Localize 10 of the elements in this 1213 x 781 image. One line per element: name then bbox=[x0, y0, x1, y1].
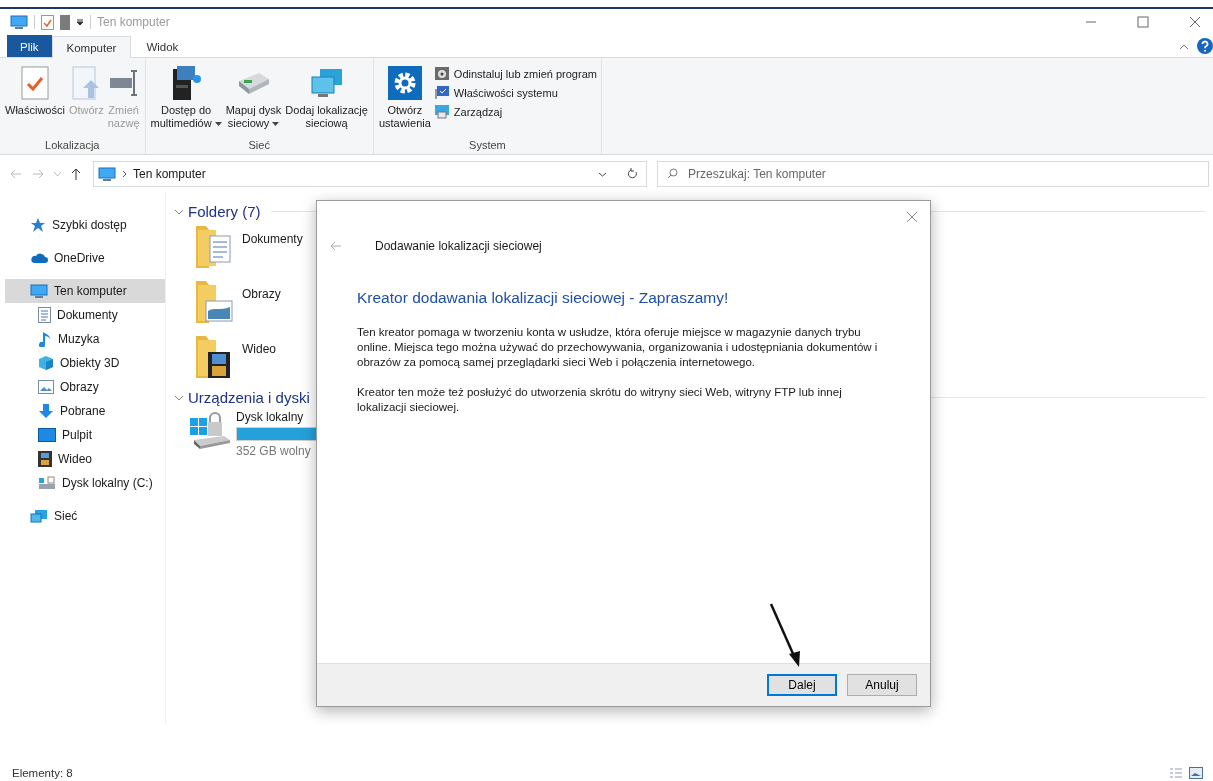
free-space: 352 GB wolny bbox=[236, 444, 312, 458]
window-title: Ten komputer bbox=[97, 15, 170, 29]
paragraph: Kreator ten może też posłużyć do utworzenia skrótu do witryny sieci Web, witryny FTP lub innej lokalizacji sieciowej. bbox=[357, 385, 843, 415]
item-count: Elementy: 8 bbox=[12, 767, 73, 779]
dialog-title: Dodawanie lokalizacji sieciowej bbox=[375, 239, 542, 253]
ribbon-group-label: Sieć bbox=[247, 138, 271, 153]
wizard-heading: Kreator dodawania lokalizacji sieciowej - Zapraszamy! bbox=[357, 289, 730, 307]
paragraph: Ten kreator pomaga w tworzeniu konta w usłudze, która oferuje miejsce w magazynie danych trybu online. Miejsca tego można używać do przechowywania, organizowania i udostępniania dokumentów i obrazów za pomocą samej przeglądarki sieci Web i połączenia internetowego. bbox=[357, 325, 879, 370]
ribbon-group-label: Lokalizacja bbox=[44, 138, 101, 153]
ribbon-group-label: System bbox=[468, 138, 507, 153]
